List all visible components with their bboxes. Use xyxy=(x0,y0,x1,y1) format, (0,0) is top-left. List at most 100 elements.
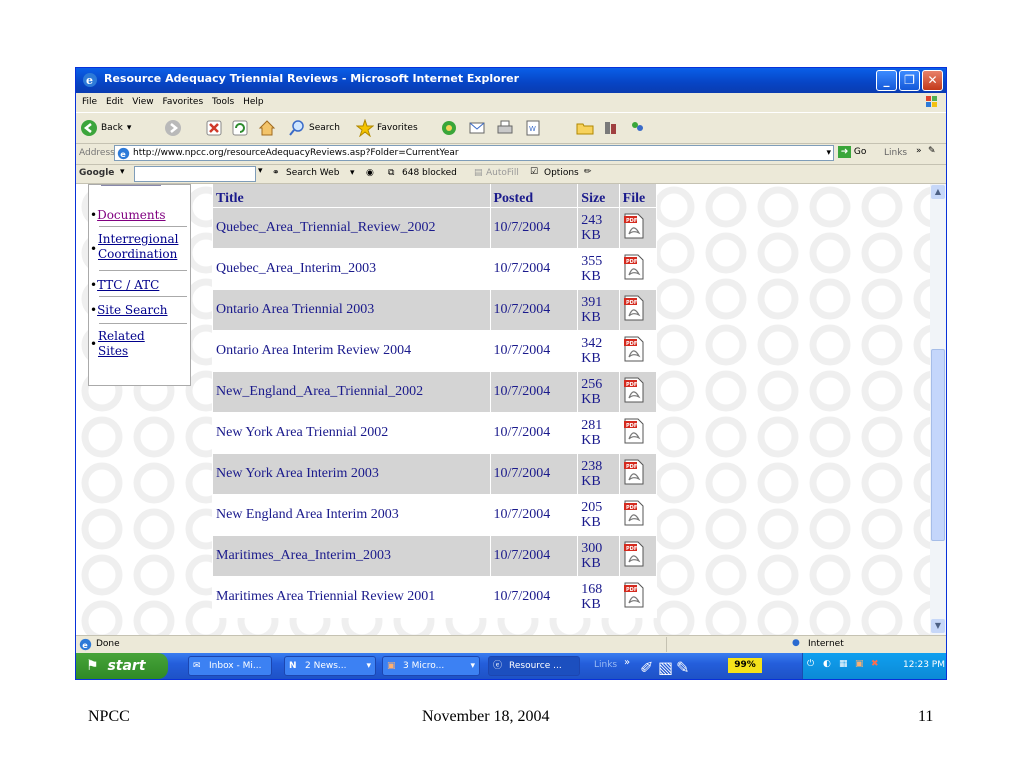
menu-view[interactable]: View xyxy=(132,93,153,111)
ie-icon: e xyxy=(83,73,97,87)
back-dropdown-icon[interactable]: ▾ xyxy=(127,123,132,133)
edit-button[interactable]: W xyxy=(524,118,545,138)
clock[interactable]: 12:23 PM xyxy=(903,660,945,670)
menu-bar: File Edit View Favorites Tools Help xyxy=(76,93,946,111)
nav-item-ttc[interactable]: •TTC / ATC xyxy=(90,278,159,292)
doc-title-cell[interactable]: Ontario Area Triennial 2003 xyxy=(212,289,491,331)
pdf-file-icon[interactable]: PDF xyxy=(623,417,645,445)
nav-item-related-sites[interactable]: • Related Sites xyxy=(90,329,160,359)
options-button[interactable]: Options xyxy=(544,168,579,178)
google-search-dropdown-icon[interactable]: ▾ xyxy=(258,166,263,176)
quicklaunch-edit-icon[interactable]: ✎ xyxy=(676,658,689,677)
scroll-thumb[interactable] xyxy=(931,349,945,541)
google-search-input[interactable] xyxy=(134,166,256,182)
google-logo[interactable]: Google xyxy=(79,168,114,178)
nav-link-documents[interactable]: Documents xyxy=(97,208,165,222)
google-menu-icon[interactable]: ▾ xyxy=(120,167,125,177)
extra-tool-icon[interactable]: ✎ xyxy=(928,146,936,156)
stop-button[interactable] xyxy=(206,118,225,138)
nav-item-documents[interactable]: •Documents xyxy=(90,208,166,222)
scroll-up-button[interactable]: ▲ xyxy=(931,185,945,199)
start-button[interactable]: ⚑ start xyxy=(76,653,168,679)
folder-button[interactable] xyxy=(576,118,597,138)
posted-date-cell: 10/7/2004 xyxy=(489,207,579,249)
research-button[interactable] xyxy=(602,118,623,138)
taskbar-chevron-icon[interactable]: » xyxy=(624,657,630,668)
pdf-file-icon[interactable]: PDF xyxy=(623,294,645,322)
pdf-file-icon[interactable]: PDF xyxy=(623,458,645,486)
quicklaunch-pen-icon[interactable]: ✐ xyxy=(640,658,653,677)
close-button[interactable]: ✕ xyxy=(922,70,943,91)
doc-title-cell[interactable]: New York Area Triennial 2002 xyxy=(212,412,491,454)
task-resource[interactable]: ⓔ Resource ... xyxy=(488,656,580,676)
taskbar-links-label[interactable]: Links xyxy=(594,660,617,670)
nav-item-site-search[interactable]: •Site Search xyxy=(90,303,168,317)
file-cell: PDF xyxy=(618,289,658,331)
vertical-scrollbar[interactable]: ▲ ▼ xyxy=(930,184,946,635)
forward-button[interactable] xyxy=(164,118,185,138)
menu-edit[interactable]: Edit xyxy=(106,93,123,111)
pdf-file-icon[interactable]: PDF xyxy=(623,253,645,281)
scroll-down-button[interactable]: ▼ xyxy=(931,619,945,633)
title-bar[interactable]: e Resource Adequacy Triennial Reviews - … xyxy=(76,68,946,93)
task-micro-label: 3 Micro... xyxy=(403,661,445,671)
pdf-file-icon[interactable]: PDF xyxy=(623,499,645,527)
pdf-file-icon[interactable]: PDF xyxy=(623,335,645,363)
task-inbox[interactable]: ✉ Inbox - Mi... xyxy=(188,656,272,676)
doc-title-cell[interactable]: Quebec_Area_Interim_2003 xyxy=(212,248,491,290)
quicklaunch-image-icon[interactable]: ▧ xyxy=(658,658,673,677)
status-panes xyxy=(666,637,787,652)
doc-title-cell[interactable]: New York Area Interim 2003 xyxy=(212,453,491,495)
pdf-file-icon[interactable]: PDF xyxy=(623,376,645,404)
popup-blocked-count[interactable]: 648 blocked xyxy=(402,168,457,178)
power-plug-icon[interactable]: ⏻ xyxy=(807,659,814,669)
doc-title-cell[interactable]: Maritimes_Area_Interim_2003 xyxy=(212,535,491,577)
pdf-file-icon[interactable]: PDF xyxy=(623,540,645,568)
favorites-button[interactable]: Favorites xyxy=(356,118,418,138)
pdf-file-icon[interactable]: PDF xyxy=(623,581,645,609)
maximize-button[interactable]: ❐ xyxy=(899,70,920,91)
nav-link-related-sites[interactable]: Related Sites xyxy=(98,329,160,359)
print-button[interactable] xyxy=(496,118,517,138)
tray-alert-icon[interactable]: ✖ xyxy=(871,659,879,669)
links-label[interactable]: Links xyxy=(884,148,907,158)
home-button[interactable] xyxy=(258,118,279,138)
task-micro[interactable]: ▣ 3 Micro... ▾ xyxy=(382,656,480,676)
menu-favorites[interactable]: Favorites xyxy=(162,93,203,111)
nav-link-ttc[interactable]: TTC / ATC xyxy=(97,278,159,292)
back-button[interactable]: Back ▾ xyxy=(80,118,131,138)
address-input[interactable]: e http://www.npcc.org/resourceAdequacyRe… xyxy=(114,145,834,161)
refresh-button[interactable] xyxy=(232,118,251,138)
messenger-button[interactable] xyxy=(628,118,649,138)
doc-title-cell[interactable]: Quebec_Area_Triennial_Review_2002 xyxy=(212,207,491,249)
search-web-button[interactable]: Search Web xyxy=(286,168,339,178)
mail-button[interactable] xyxy=(468,118,493,138)
pagerank-icon[interactable]: ◉ xyxy=(366,168,374,178)
autofill-button[interactable]: AutoFill xyxy=(486,168,519,178)
menu-tools[interactable]: Tools xyxy=(212,93,234,111)
doc-title-cell[interactable]: New England Area Interim 2003 xyxy=(212,494,491,536)
doc-title-cell[interactable]: Maritimes Area Triennial Review 2001 xyxy=(212,576,491,618)
go-button[interactable]: ➜ Go xyxy=(838,146,866,158)
highlight-icon[interactable]: ✏ xyxy=(584,167,592,177)
search-web-dropdown-icon[interactable]: ▾ xyxy=(350,168,355,178)
nav-link-interregional[interactable]: Interregional Coordination xyxy=(98,232,188,262)
menu-file[interactable]: File xyxy=(82,93,97,111)
nav-link-site-search[interactable]: Site Search xyxy=(97,303,167,317)
doc-title-cell[interactable]: Ontario Area Interim Review 2004 xyxy=(212,330,491,372)
menu-help[interactable]: Help xyxy=(243,93,264,111)
header-title: Title xyxy=(212,184,491,208)
search-button[interactable]: Search xyxy=(288,118,340,138)
tray-app-icon[interactable]: ▣ xyxy=(855,659,864,669)
task-news[interactable]: N 2 News... ▾ xyxy=(284,656,376,676)
nav-item-interregional[interactable]: • Interregional Coordination xyxy=(90,232,188,262)
minimize-button[interactable]: _ xyxy=(876,70,897,91)
chevron-icon[interactable]: » xyxy=(916,146,922,156)
tray-network-icon[interactable]: ▦ xyxy=(839,659,848,669)
pdf-file-icon[interactable]: PDF xyxy=(623,212,645,240)
battery-percent[interactable]: 99% xyxy=(728,658,762,673)
address-dropdown-icon[interactable]: ▾ xyxy=(826,146,831,160)
tray-shield-icon[interactable]: ◐ xyxy=(823,659,831,669)
doc-title-cell[interactable]: New_England_Area_Triennial_2002 xyxy=(212,371,491,413)
media-button[interactable] xyxy=(440,118,461,138)
